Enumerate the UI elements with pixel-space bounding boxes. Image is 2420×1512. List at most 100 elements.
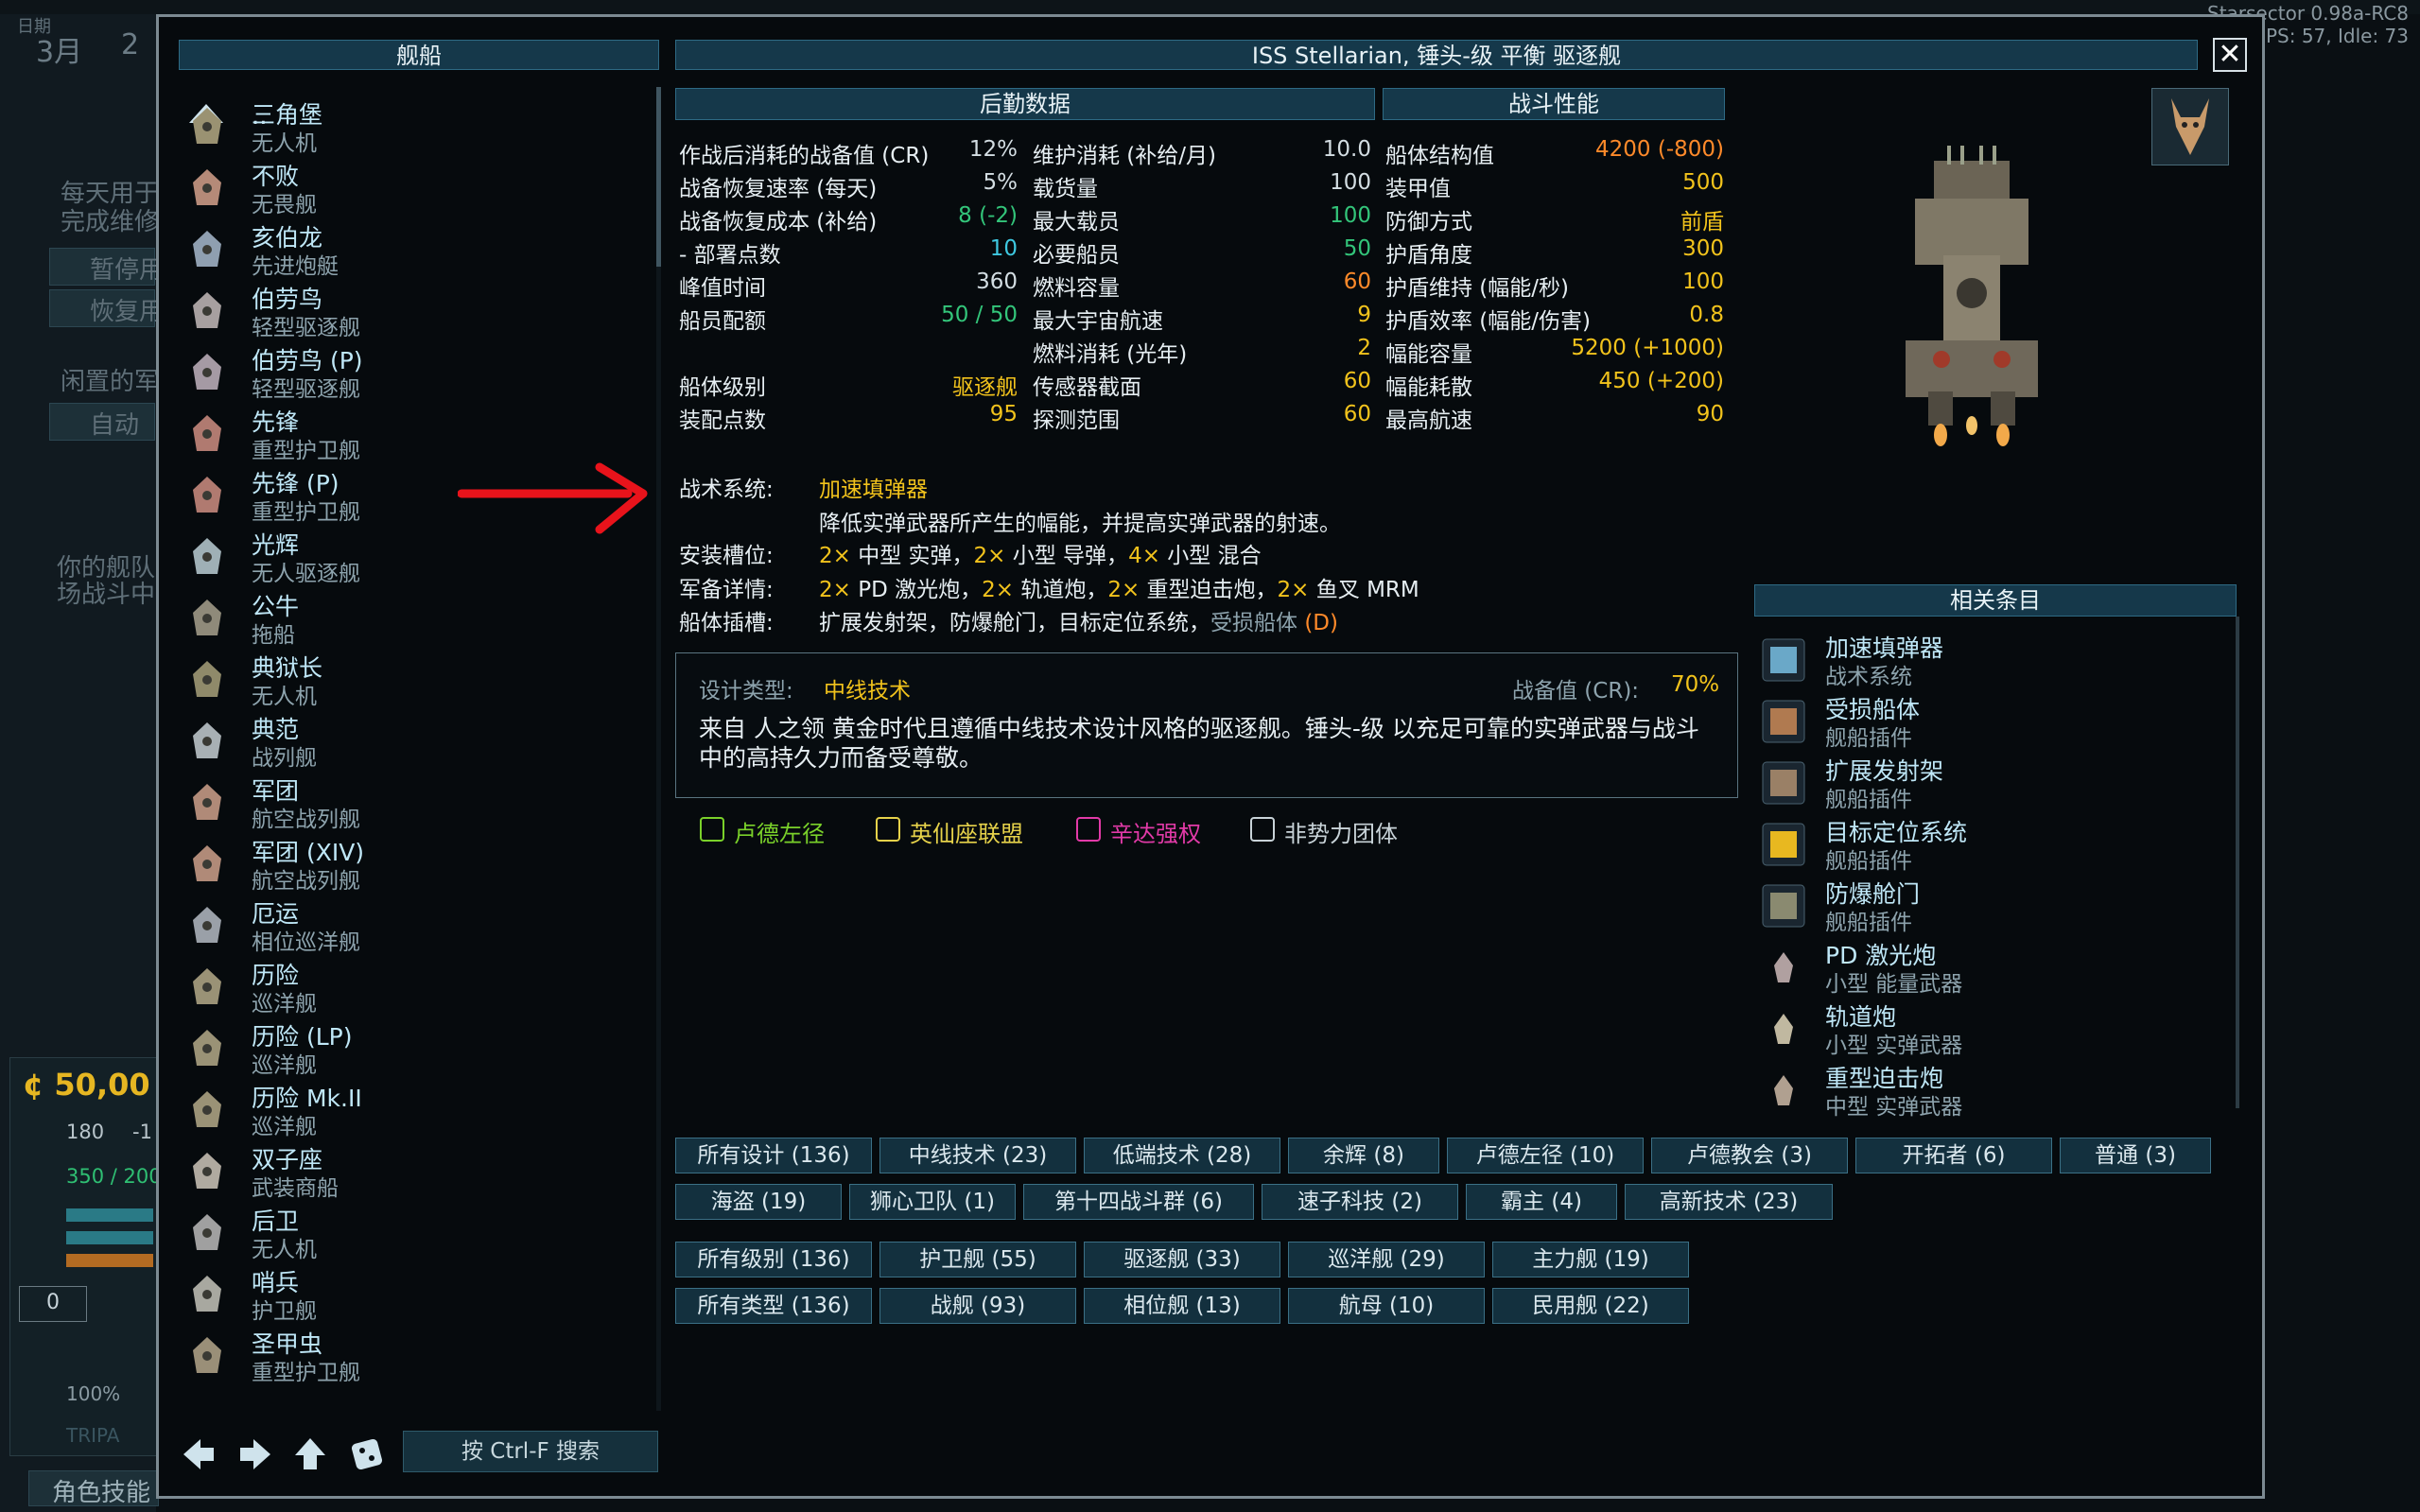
crew-value: 350 / 200 [66,1165,162,1188]
ship-thumbnail-icon [185,413,229,453]
ship-list-item[interactable]: 先锋 重型护卫舰 [180,402,653,463]
filter-button[interactable]: 速子科技 (2) [1262,1184,1458,1220]
stat-row: 载货量 100 [1033,170,1371,202]
ship-list-type: 先进炮艇 [252,254,339,279]
related-item[interactable]: 受损船体 舰船插件 [1757,691,2230,751]
filter-button[interactable]: 主力舰 (19) [1492,1242,1689,1277]
ship-list-type: 无畏舰 [252,193,317,217]
ship-list-type: 巡洋舰 [252,1115,317,1139]
filter-button[interactable]: 卢德左径 (10) [1447,1138,1644,1173]
stat-label: 船体结构值 [1385,144,1494,168]
filter-button[interactable]: 霸主 (4) [1466,1184,1617,1220]
filter-button[interactable]: 中线技术 (23) [879,1138,1076,1173]
stat-row: 幅能耗散 450 (+200) [1385,369,1724,401]
related-item[interactable]: 加速填弹器 战术系统 [1757,630,2230,689]
faction-flag-icon [1076,817,1101,842]
stat-label: 载货量 [1033,177,1098,201]
filter-button[interactable]: 普通 (3) [2060,1138,2211,1173]
pause-button[interactable]: 暂停用 [49,248,164,286]
stat-value: 10 [989,236,1018,261]
resume-button[interactable]: 恢复用 [49,289,164,327]
ship-list-item[interactable]: 历险 巡洋舰 [180,955,653,1017]
filter-button[interactable]: 相位舰 (13) [1084,1288,1280,1324]
related-item[interactable]: 轨道炮 小型 实弹武器 [1757,999,2230,1058]
quantity-input[interactable]: 0 [19,1286,87,1322]
ship-list-item[interactable]: 军团 (XIV) 航空战列舰 [180,832,653,894]
filter-button[interactable]: 海盗 (19) [675,1184,842,1220]
ship-list-item[interactable]: 三角堡 无人机 [180,95,653,156]
ship-list-item[interactable]: 哨兵 护卫舰 [180,1262,653,1324]
filter-button[interactable]: 卢德教会 (3) [1651,1138,1848,1173]
ship-list-item[interactable]: 典狱长 无人机 [180,648,653,709]
annotation-arrow-icon [457,461,653,537]
back-icon[interactable] [180,1435,218,1473]
related-type: 舰船插件 [1825,788,1912,812]
date-value-2: 2 [121,28,140,61]
related-item[interactable]: 防爆舱门 舰船插件 [1757,876,2230,935]
stat-row: 船员配额 50 / 50 [679,303,1018,335]
count-label: 2× [1107,578,1140,602]
ship-list-type: 无人机 [252,1238,317,1262]
filter-button[interactable]: 所有级别 (136) [675,1242,872,1277]
ship-list-item[interactable]: 公牛 拖船 [180,586,653,648]
filter-button[interactable]: 驱逐舰 (33) [1084,1242,1280,1277]
ship-list-item[interactable]: 厄运 相位巡洋舰 [180,894,653,955]
filter-button[interactable]: 战舰 (93) [879,1288,1076,1324]
ship-list-item[interactable]: 亥伯龙 先进炮艇 [180,217,653,279]
filter-button[interactable]: 巡洋舰 (29) [1288,1242,1485,1277]
item-label: PD 激光炮， [850,578,983,602]
auto-button[interactable]: 自动 [49,403,155,441]
ship-thumbnail-icon [185,1028,229,1068]
stat-label: 幅能容量 [1385,342,1472,367]
tactical-system-value[interactable]: 加速填弹器 [819,478,928,502]
ship-list-item[interactable]: 圣甲虫 重型护卫舰 [180,1324,653,1385]
filter-button[interactable]: 护卫舰 (55) [879,1242,1076,1277]
ship-list-item[interactable]: 双子座 武装商船 [180,1139,653,1201]
design-type-value: 中线技术 [824,679,911,704]
ship-image [1887,142,2057,463]
ship-list-item[interactable]: 不败 无畏舰 [180,156,653,217]
stat-label: 作战后消耗的战备值 (CR) [679,144,930,168]
officer-portrait[interactable] [2151,88,2229,165]
close-button[interactable]: ✕ [2213,38,2247,72]
related-item[interactable]: 重型迫击炮 中型 实弹武器 [1757,1060,2230,1120]
ship-list-type: 轻型驱逐舰 [252,377,360,402]
ship-list-item[interactable]: 后卫 无人机 [180,1201,653,1262]
ship-list-type: 拖船 [252,623,295,648]
filter-button[interactable]: 民用舰 (22) [1492,1288,1689,1324]
filter-button[interactable]: 开拓者 (6) [1855,1138,2052,1173]
filter-button[interactable]: 第十四战斗群 (6) [1023,1184,1254,1220]
related-entry-icon [1759,881,1808,930]
filter-button[interactable]: 高新技术 (23) [1625,1184,1833,1220]
filter-button[interactable]: 余辉 (8) [1288,1138,1439,1173]
ship-list-item[interactable]: 军团 航空战列舰 [180,771,653,832]
ship-list-scroll-thumb[interactable] [656,87,661,267]
ship-list-item[interactable]: 伯劳鸟 轻型驱逐舰 [180,279,653,340]
up-icon[interactable] [291,1435,329,1473]
related-item[interactable]: PD 激光炮 小型 能量武器 [1757,937,2230,997]
mounts-label: 安装槽位: [679,544,774,568]
ship-thumbnail-icon [185,352,229,391]
ship-list-item[interactable]: 历险 Mk.II 巡洋舰 [180,1078,653,1139]
ship-list-item[interactable]: 典范 战列舰 [180,709,653,771]
filter-button[interactable]: 所有类型 (136) [675,1288,872,1324]
related-item[interactable]: 扩展发射架 舰船插件 [1757,753,2230,812]
character-skills-button[interactable]: 角色技能 [28,1470,159,1507]
filter-button[interactable]: 狮心卫队 (1) [849,1184,1016,1220]
stat-label: 装甲值 [1385,177,1451,201]
ship-list-scrollbar[interactable] [656,87,661,1411]
faction-flag-icon [1250,817,1275,842]
ship-list-item[interactable]: 历险 (LP) 巡洋舰 [180,1017,653,1078]
filter-button[interactable]: 航母 (10) [1288,1288,1485,1324]
related-scrollbar[interactable] [2236,617,2239,1108]
random-dice-icon[interactable] [348,1435,386,1473]
ship-list-item[interactable]: 伯劳鸟 (P) 轻型驱逐舰 [180,340,653,402]
filter-button[interactable]: 所有设计 (136) [675,1138,872,1173]
forward-icon[interactable] [236,1435,274,1473]
bg-text-battle: 场战斗中 [57,581,156,609]
filter-button[interactable]: 低端技术 (28) [1084,1138,1280,1173]
count-label: 2× [819,578,851,602]
search-field[interactable]: 按 Ctrl-F 搜索 [403,1431,658,1472]
ship-list-type: 巡洋舰 [252,992,317,1017]
related-item[interactable]: 目标定位系统 舰船插件 [1757,814,2230,874]
